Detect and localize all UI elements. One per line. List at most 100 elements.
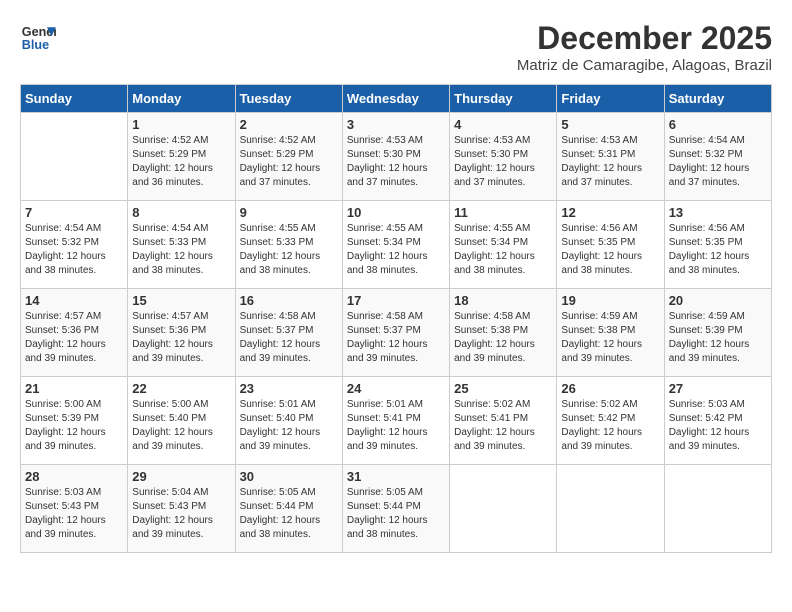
day-info: Sunrise: 4:57 AM Sunset: 5:36 PM Dayligh…: [25, 310, 123, 366]
day-info: Sunrise: 4:55 AM Sunset: 5:33 PM Dayligh…: [240, 222, 338, 278]
day-info: Sunrise: 4:53 AM Sunset: 5:30 PM Dayligh…: [347, 134, 445, 190]
day-number: 2: [240, 117, 338, 132]
day-number: 8: [132, 205, 230, 220]
day-number: 14: [25, 293, 123, 308]
day-number: 20: [669, 293, 767, 308]
logo: General Blue: [20, 20, 56, 56]
day-number: 26: [561, 381, 659, 396]
calendar-cell: 11 Sunrise: 4:55 AM Sunset: 5:34 PM Dayli…: [450, 201, 557, 289]
day-info: Sunrise: 5:00 AM Sunset: 5:40 PM Dayligh…: [132, 398, 230, 454]
calendar-cell: 3Sunrise: 4:53 AM Sunset: 5:30 PM Daylig…: [342, 113, 449, 201]
day-number: 12: [561, 205, 659, 220]
calendar-cell: 27Sunrise: 5:03 AM Sunset: 5:42 PM Dayli…: [664, 377, 771, 465]
calendar-cell: 19Sunrise: 4:59 AM Sunset: 5:38 PM Dayli…: [557, 289, 664, 377]
day-info: Sunrise: 5:00 AM Sunset: 5:39 PM Dayligh…: [25, 398, 123, 454]
day-info: Sunrise: 5:03 AM Sunset: 5:43 PM Dayligh…: [25, 486, 123, 542]
svg-text:Blue: Blue: [22, 38, 49, 52]
day-number: 15: [132, 293, 230, 308]
weekday-header: Monday: [128, 85, 235, 113]
calendar-cell: 6 Sunrise: 4:54 AM Sunset: 5:32 PM Daylig…: [664, 113, 771, 201]
calendar-cell: 28 Sunrise: 5:03 AM Sunset: 5:43 PM Dayli…: [21, 465, 128, 553]
location-subtitle: Matriz de Camaragibe, Alagoas, Brazil: [517, 57, 772, 74]
day-info: Sunrise: 4:56 AM Sunset: 5:35 PM Dayligh…: [561, 222, 659, 278]
day-number: 23: [240, 381, 338, 396]
calendar-cell: 17 Sunrise: 4:58 AM Sunset: 5:37 PM Dayli…: [342, 289, 449, 377]
weekday-header: Wednesday: [342, 85, 449, 113]
calendar-cell: [557, 465, 664, 553]
calendar-cell: 5 Sunrise: 4:53 AM Sunset: 5:31 PM Daylig…: [557, 113, 664, 201]
day-number: 16: [240, 293, 338, 308]
day-number: 11: [454, 205, 552, 220]
calendar-cell: 24 Sunrise: 5:01 AM Sunset: 5:41 PM Dayli…: [342, 377, 449, 465]
day-info: Sunrise: 4:54 AM Sunset: 5:32 PM Dayligh…: [669, 134, 767, 190]
day-info: Sunrise: 4:58 AM Sunset: 5:37 PM Dayligh…: [347, 310, 445, 366]
calendar-cell: 16 Sunrise: 4:58 AM Sunset: 5:37 PM Dayli…: [235, 289, 342, 377]
day-info: Sunrise: 4:53 AM Sunset: 5:30 PM Dayligh…: [454, 134, 552, 190]
day-number: 25: [454, 381, 552, 396]
day-number: 22: [132, 381, 230, 396]
day-info: Sunrise: 5:02 AM Sunset: 5:41 PM Dayligh…: [454, 398, 552, 454]
day-info: Sunrise: 4:56 AM Sunset: 5:35 PM Dayligh…: [669, 222, 767, 278]
day-info: Sunrise: 5:02 AM Sunset: 5:42 PM Dayligh…: [561, 398, 659, 454]
day-info: Sunrise: 4:54 AM Sunset: 5:33 PM Dayligh…: [132, 222, 230, 278]
calendar-cell: 18 Sunrise: 4:58 AM Sunset: 5:38 PM Dayli…: [450, 289, 557, 377]
title-area: December 2025 Matriz de Camaragibe, Alag…: [517, 20, 772, 74]
calendar-cell: 26 Sunrise: 5:02 AM Sunset: 5:42 PM Dayli…: [557, 377, 664, 465]
calendar-cell: 20 Sunrise: 4:59 AM Sunset: 5:39 PM Dayli…: [664, 289, 771, 377]
day-number: 6: [669, 117, 767, 132]
calendar-cell: 9 Sunrise: 4:55 AM Sunset: 5:33 PM Daylig…: [235, 201, 342, 289]
calendar-cell: 12 Sunrise: 4:56 AM Sunset: 5:35 PM Dayli…: [557, 201, 664, 289]
logo-icon: General Blue: [20, 20, 56, 56]
calendar-cell: [664, 465, 771, 553]
calendar-cell: 15 Sunrise: 4:57 AM Sunset: 5:36 PM Dayli…: [128, 289, 235, 377]
calendar-cell: 10Sunrise: 4:55 AM Sunset: 5:34 PM Dayli…: [342, 201, 449, 289]
calendar-cell: 8 Sunrise: 4:54 AM Sunset: 5:33 PM Daylig…: [128, 201, 235, 289]
calendar-cell: 29 Sunrise: 5:04 AM Sunset: 5:43 PM Dayli…: [128, 465, 235, 553]
day-info: Sunrise: 4:55 AM Sunset: 5:34 PM Dayligh…: [347, 222, 445, 278]
day-number: 31: [347, 469, 445, 484]
day-info: Sunrise: 4:53 AM Sunset: 5:31 PM Dayligh…: [561, 134, 659, 190]
weekday-header: Saturday: [664, 85, 771, 113]
calendar-cell: 1 Sunrise: 4:52 AM Sunset: 5:29 PM Daylig…: [128, 113, 235, 201]
weekday-header: Friday: [557, 85, 664, 113]
day-number: 7: [25, 205, 123, 220]
day-number: 21: [25, 381, 123, 396]
day-info: Sunrise: 5:05 AM Sunset: 5:44 PM Dayligh…: [347, 486, 445, 542]
weekday-header: Thursday: [450, 85, 557, 113]
calendar-cell: 31 Sunrise: 5:05 AM Sunset: 5:44 PM Dayli…: [342, 465, 449, 553]
page-header: General Blue December 2025 Matriz de Cam…: [20, 20, 772, 74]
day-info: Sunrise: 4:59 AM Sunset: 5:39 PM Dayligh…: [669, 310, 767, 366]
day-info: Sunrise: 5:04 AM Sunset: 5:43 PM Dayligh…: [132, 486, 230, 542]
calendar-cell: 21 Sunrise: 5:00 AM Sunset: 5:39 PM Dayli…: [21, 377, 128, 465]
calendar-cell: 14 Sunrise: 4:57 AM Sunset: 5:36 PM Dayli…: [21, 289, 128, 377]
day-info: Sunrise: 4:58 AM Sunset: 5:37 PM Dayligh…: [240, 310, 338, 366]
day-number: 18: [454, 293, 552, 308]
day-number: 17: [347, 293, 445, 308]
day-number: 24: [347, 381, 445, 396]
calendar-cell: 4 Sunrise: 4:53 AM Sunset: 5:30 PM Daylig…: [450, 113, 557, 201]
day-info: Sunrise: 4:54 AM Sunset: 5:32 PM Dayligh…: [25, 222, 123, 278]
calendar-table: SundayMondayTuesdayWednesdayThursdayFrid…: [20, 84, 772, 553]
weekday-header: Tuesday: [235, 85, 342, 113]
day-number: 29: [132, 469, 230, 484]
day-info: Sunrise: 4:58 AM Sunset: 5:38 PM Dayligh…: [454, 310, 552, 366]
day-info: Sunrise: 4:55 AM Sunset: 5:34 PM Dayligh…: [454, 222, 552, 278]
day-number: 4: [454, 117, 552, 132]
weekday-header: Sunday: [21, 85, 128, 113]
calendar-cell: 7 Sunrise: 4:54 AM Sunset: 5:32 PM Daylig…: [21, 201, 128, 289]
day-info: Sunrise: 4:52 AM Sunset: 5:29 PM Dayligh…: [132, 134, 230, 190]
day-number: 1: [132, 117, 230, 132]
calendar-cell: 2 Sunrise: 4:52 AM Sunset: 5:29 PM Daylig…: [235, 113, 342, 201]
day-info: Sunrise: 5:01 AM Sunset: 5:40 PM Dayligh…: [240, 398, 338, 454]
calendar-cell: [450, 465, 557, 553]
day-number: 13: [669, 205, 767, 220]
calendar-cell: 22 Sunrise: 5:00 AM Sunset: 5:40 PM Dayli…: [128, 377, 235, 465]
day-number: 30: [240, 469, 338, 484]
day-info: Sunrise: 5:01 AM Sunset: 5:41 PM Dayligh…: [347, 398, 445, 454]
day-number: 28: [25, 469, 123, 484]
day-info: Sunrise: 4:52 AM Sunset: 5:29 PM Dayligh…: [240, 134, 338, 190]
month-year-title: December 2025: [517, 20, 772, 57]
day-info: Sunrise: 4:57 AM Sunset: 5:36 PM Dayligh…: [132, 310, 230, 366]
day-number: 9: [240, 205, 338, 220]
day-number: 5: [561, 117, 659, 132]
